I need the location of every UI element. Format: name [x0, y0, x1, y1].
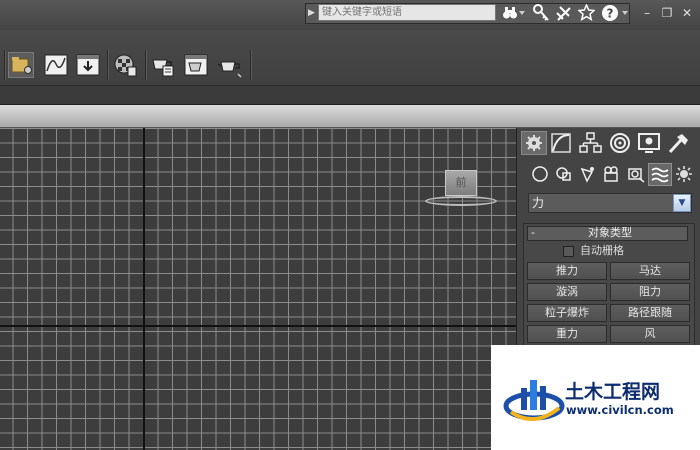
scene-explorer-icon[interactable] [8, 52, 34, 78]
render-teapot-icon[interactable] [216, 52, 244, 78]
dropdown-arrow-icon[interactable] [622, 11, 628, 15]
minimize-button[interactable]: – [640, 5, 654, 21]
modify-tab-icon[interactable] [549, 131, 575, 155]
grid-axis-vertical [143, 128, 145, 450]
restore-button[interactable]: ❐ [660, 5, 674, 21]
watermark-url: www.civilcn.com [566, 403, 674, 417]
toolbar-separator [250, 50, 252, 80]
ribbon-strip [0, 86, 700, 105]
push-button[interactable]: 推力 [527, 262, 607, 280]
dropdown-value: 力 [532, 196, 545, 210]
wind-button[interactable]: 风 [610, 325, 690, 343]
pbomb-button[interactable]: 粒子爆炸 [527, 304, 607, 322]
motor-button[interactable]: 马达 [610, 262, 690, 280]
expand-arrow-icon[interactable]: ▶ [308, 6, 318, 20]
close-button[interactable]: ✕ [680, 5, 694, 21]
rendered-frame-window-icon[interactable] [183, 52, 209, 78]
civilcn-logo-icon [503, 380, 565, 421]
render-setup-icon[interactable] [150, 52, 176, 78]
binoculars-icon[interactable] [502, 5, 518, 21]
viewcube-label: 前 [455, 176, 467, 189]
schematic-view-icon[interactable] [75, 52, 101, 78]
systems-icon[interactable] [674, 163, 694, 185]
ribbon-bar[interactable] [0, 105, 700, 128]
curve-editor-icon[interactable] [43, 52, 69, 78]
rollout-toggle[interactable]: - [531, 226, 543, 241]
space-warps-icon[interactable] [648, 163, 672, 186]
toolbar-separator [145, 50, 147, 80]
viewport-grid[interactable] [0, 128, 516, 450]
autogrid-checkbox[interactable] [563, 246, 574, 257]
utilities-tab-icon[interactable] [665, 131, 691, 155]
key-icon[interactable] [533, 4, 549, 22]
material-editor-icon[interactable] [112, 52, 138, 78]
help-icon[interactable]: ? [601, 4, 619, 22]
path-follow-button[interactable]: 路径跟随 [610, 304, 690, 322]
star-icon[interactable] [578, 4, 595, 21]
svg-text:?: ? [607, 7, 614, 21]
main-toolbar [0, 30, 700, 86]
viewcube-ring[interactable] [425, 196, 497, 206]
motion-tab-icon[interactable] [607, 131, 633, 155]
display-tab-icon[interactable] [636, 131, 662, 155]
grid-axis-horizontal [0, 325, 516, 327]
helpers-icon[interactable] [625, 163, 647, 185]
watermark-title: 土木工程网 [565, 381, 661, 403]
window-controls: – ❐ ✕ [636, 0, 700, 28]
geometry-icon[interactable] [529, 163, 551, 185]
create-tab-icon[interactable] [521, 131, 547, 155]
vortex-button[interactable]: 漩涡 [527, 283, 607, 301]
gravity-button[interactable]: 重力 [527, 325, 607, 343]
cameras-icon[interactable] [601, 163, 623, 185]
hierarchy-tab-icon[interactable] [578, 131, 604, 155]
search-input[interactable] [318, 4, 496, 21]
shapes-icon[interactable] [553, 163, 575, 185]
autogrid-label: 自动栅格 [580, 244, 624, 257]
lights-icon[interactable] [577, 163, 599, 185]
satellite-icon[interactable] [556, 4, 572, 22]
dropdown-arrow-icon[interactable] [519, 11, 525, 15]
toolbar-separator [107, 50, 109, 80]
toolbar-separator [4, 50, 6, 80]
drag-button[interactable]: 阻力 [610, 283, 690, 301]
rollout-title: 对象类型 [588, 226, 632, 239]
chevron-down-icon[interactable]: ▼ [673, 194, 691, 212]
